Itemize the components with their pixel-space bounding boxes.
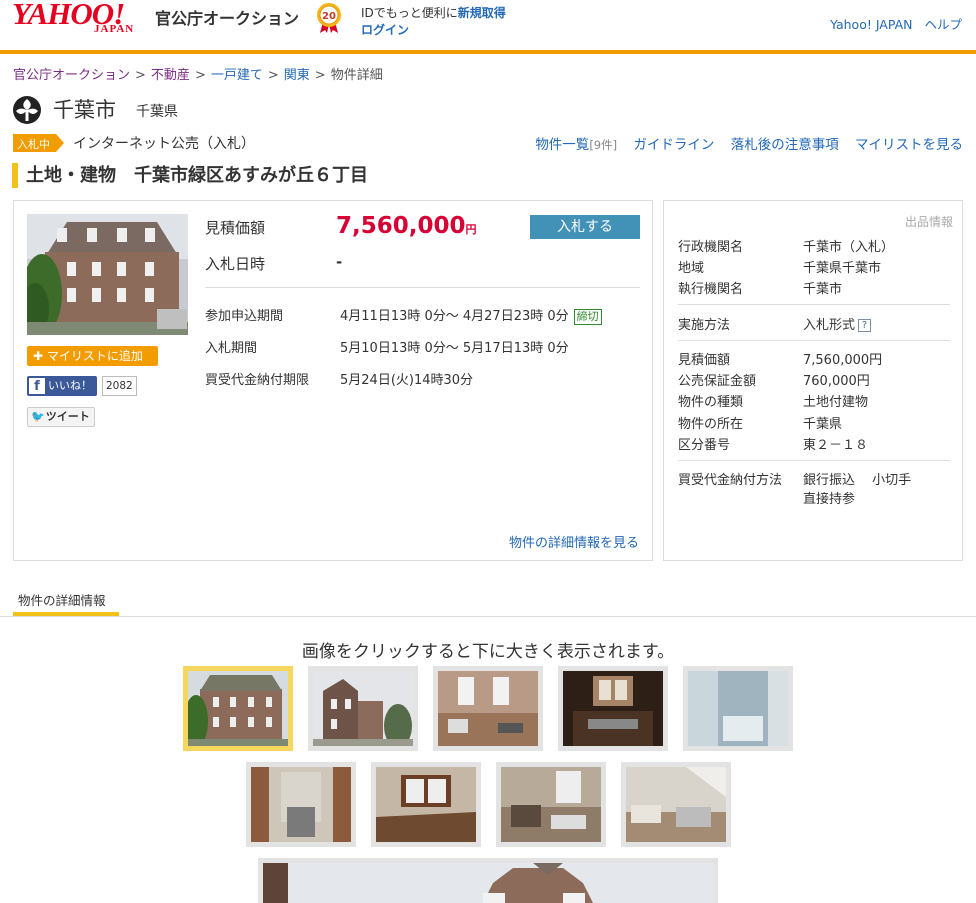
payment-deadline-row: 買受代金納付期限 5月24日(火)14時30分 bbox=[205, 369, 473, 388]
breadcrumb-item-realestate[interactable]: 不動産 bbox=[151, 68, 190, 83]
info-row: 公売保証金額 760,000円 bbox=[678, 374, 870, 389]
yahoo-japan-link[interactable]: Yahoo! JAPAN bbox=[830, 17, 912, 32]
gallery-thumb[interactable] bbox=[621, 762, 731, 847]
gallery-thumb[interactable] bbox=[371, 762, 481, 847]
tweet-button[interactable]: 🐦ツイート bbox=[27, 407, 95, 427]
add-to-mylist-button[interactable]: ✚ マイリストに追加 bbox=[27, 346, 158, 366]
breadcrumb-separator: > bbox=[314, 68, 326, 83]
yahoo-logo[interactable]: YAHOO! JAPAN bbox=[12, 0, 150, 40]
status-badge: 入札中 bbox=[13, 134, 64, 152]
id-message: IDでもっと便利に新規取得 ログイン bbox=[361, 5, 506, 39]
gallery-thumb[interactable] bbox=[246, 762, 356, 847]
gallery-caption: 画像をクリックすると下に大きく表示されます。 bbox=[301, 642, 675, 662]
anniversary-number: 20 bbox=[322, 11, 336, 22]
breadcrumb-separator: > bbox=[135, 68, 146, 83]
gallery-thumb[interactable] bbox=[558, 666, 668, 751]
divider bbox=[678, 304, 950, 305]
gallery-thumb[interactable] bbox=[496, 762, 606, 847]
info-row: 地域 千葉県千葉市 bbox=[678, 261, 882, 276]
info-row: 区分番号 東２－１８ bbox=[678, 438, 869, 453]
detail-tabs: 物件の詳細情報 bbox=[0, 583, 976, 617]
add-to-mylist-label: マイリストに追加 bbox=[46, 349, 143, 363]
breadcrumb-item-top[interactable]: 官公庁オークション bbox=[13, 68, 130, 83]
site-header: YAHOO! JAPAN 官公庁オークション 20 IDでもっと便利に新規取得 … bbox=[0, 0, 976, 54]
property-count: [9件] bbox=[589, 138, 618, 152]
top-links: Yahoo! JAPAN ヘルプ bbox=[822, 14, 962, 33]
divider bbox=[678, 340, 950, 341]
gallery-thumb[interactable] bbox=[183, 666, 293, 751]
facebook-like: f いいね！ 2082 bbox=[27, 376, 137, 396]
id-message-text: IDでもっと便利に bbox=[361, 6, 458, 20]
breadcrumb-separator: > bbox=[194, 68, 206, 83]
anniversary-badge-icon: 20 bbox=[314, 2, 344, 33]
auction-status-row: 入札中 インターネット公売（入札） 物件一覧[9件] ガイドライン 落札後の注意… bbox=[13, 132, 963, 153]
estimated-price-value: 7,560,000円 bbox=[336, 213, 477, 239]
info-row: 見積価額 7,560,000円 bbox=[678, 353, 883, 368]
bid-period-row: 入札期間 5月10日13時 0分～ 5月17日13時 0分 bbox=[205, 337, 569, 356]
facebook-icon: f bbox=[29, 378, 45, 394]
info-row: 行政機関名 千葉市（入札） bbox=[678, 240, 895, 255]
property-list-link[interactable]: 物件一覧[9件] bbox=[535, 137, 617, 153]
breadcrumb-separator: > bbox=[267, 68, 279, 83]
bid-period-label: 入札期間 bbox=[205, 341, 258, 356]
divider bbox=[678, 460, 950, 461]
plus-icon: ✚ bbox=[33, 349, 44, 363]
view-details-link[interactable]: 物件の詳細情報を見る bbox=[509, 532, 639, 551]
bid-date-value: - bbox=[336, 253, 343, 271]
info-row: 実施方法 入札形式? bbox=[678, 314, 872, 333]
entry-period-label: 参加申込期間 bbox=[205, 309, 284, 324]
help-link[interactable]: ヘルプ bbox=[924, 17, 962, 32]
page-title: 土地・建物 千葉市緑区あすみが丘６丁目 bbox=[12, 163, 368, 188]
logo-subtext: JAPAN bbox=[94, 23, 135, 35]
gallery-thumb[interactable] bbox=[683, 666, 793, 751]
info-row: 買受代金納付方法 銀行振込 小切手 bbox=[678, 473, 912, 488]
bid-button[interactable]: 入札する bbox=[530, 215, 640, 239]
bid-date-label: 入札日時 bbox=[205, 255, 266, 273]
info-row: 執行機関名 千葉市 bbox=[678, 282, 843, 297]
divider bbox=[205, 287, 640, 288]
estimated-price-label: 見積価額 bbox=[205, 219, 266, 237]
breadcrumb-item-house[interactable]: 一戸建て bbox=[211, 68, 263, 83]
tab-property-details[interactable]: 物件の詳細情報 bbox=[13, 583, 119, 616]
gallery-large-photo bbox=[258, 858, 718, 903]
breadcrumb-item-current: 物件詳細 bbox=[330, 68, 383, 83]
breadcrumb: 官公庁オークション > 不動産 > 一戸建て > 関東 > 物件詳細 bbox=[13, 64, 383, 83]
help-icon[interactable]: ? bbox=[858, 319, 872, 332]
city-emblem-icon bbox=[12, 95, 42, 125]
after-win-notes-link[interactable]: 落札後の注意事項 bbox=[731, 137, 839, 153]
property-nav: 物件一覧[9件] ガイドライン 落札後の注意事項 マイリストを見る bbox=[523, 133, 963, 153]
gallery-thumb[interactable] bbox=[308, 666, 418, 751]
listing-info-panel: 出品情報 行政機関名 千葉市（入札） 地域 千葉県千葉市 執行機関名 千葉市 実施方法… bbox=[663, 200, 963, 561]
service-name-link[interactable]: 官公庁オークション bbox=[155, 5, 299, 29]
view-mylist-link[interactable]: マイリストを見る bbox=[855, 137, 963, 153]
entry-period-row: 参加申込期間 4月11日13時 0分～ 4月27日23時 0分 締切 bbox=[205, 305, 602, 325]
listing-info-caption: 出品情報 bbox=[904, 215, 953, 229]
entry-period-value: 4月11日13時 0分～ 4月27日23時 0分 bbox=[340, 309, 569, 324]
prefecture-name: 千葉県 bbox=[136, 104, 178, 120]
bid-period-value: 5月10日13時 0分～ 5月17日13時 0分 bbox=[340, 341, 569, 356]
info-row: 物件の所在 千葉県 bbox=[678, 417, 843, 432]
twitter-icon: 🐦 bbox=[31, 410, 45, 423]
property-main-photo[interactable] bbox=[27, 214, 188, 335]
gallery-thumb[interactable] bbox=[433, 666, 543, 751]
closed-badge: 締切 bbox=[573, 309, 602, 325]
guideline-link[interactable]: ガイドライン bbox=[633, 137, 714, 153]
auction-type: インターネット公売（入札） bbox=[73, 136, 255, 152]
auction-summary-panel: ✚ マイリストに追加 f いいね！ 2082 🐦ツイート 見積価額 7,560,00… bbox=[13, 200, 653, 561]
payment-deadline-label: 買受代金納付期限 bbox=[205, 373, 310, 388]
login-link[interactable]: ログイン bbox=[361, 23, 409, 37]
facebook-like-button[interactable]: f いいね！ bbox=[27, 376, 97, 396]
facebook-like-count: 2082 bbox=[102, 376, 137, 396]
payment-deadline-value: 5月24日(火)14時30分 bbox=[340, 373, 474, 388]
city-name: 千葉市 bbox=[53, 98, 116, 122]
info-row: 物件の種類 土地付建物 bbox=[678, 395, 869, 410]
register-link[interactable]: 新規取得 bbox=[458, 6, 506, 20]
breadcrumb-item-kanto[interactable]: 関東 bbox=[284, 68, 310, 83]
